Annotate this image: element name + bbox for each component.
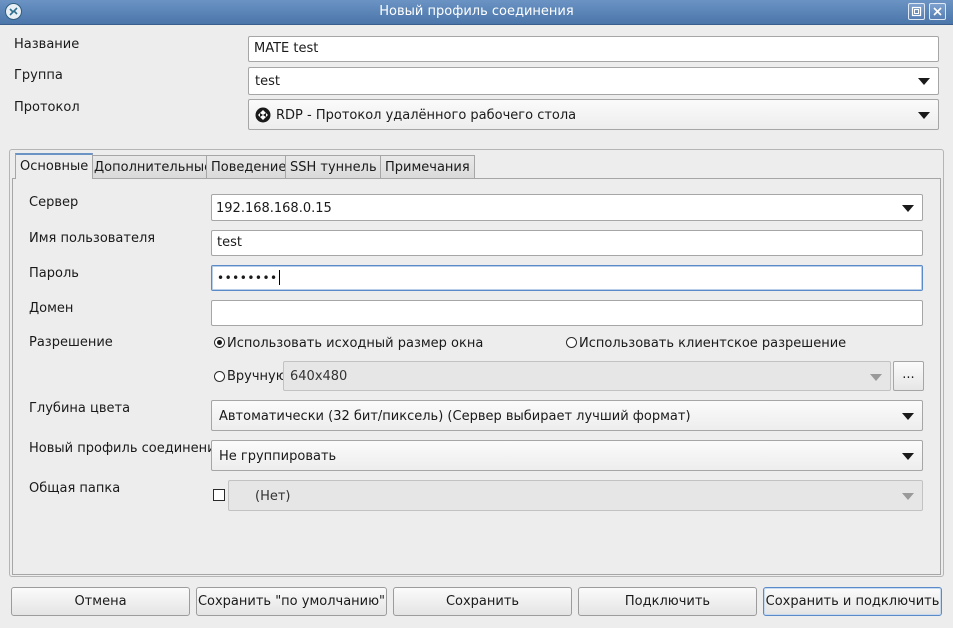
resolution-original-label[interactable]: Использовать исходный размер окна [227, 336, 483, 351]
tab-notes[interactable]: Примечания [380, 155, 475, 179]
grouping-value: Не группировать [219, 449, 337, 464]
resolution-manual-label[interactable]: Вручную [227, 369, 287, 384]
protocol-label: Протокол [14, 100, 80, 115]
manual-resolution-combobox[interactable]: 640x480 [283, 361, 891, 391]
group-combobox-value: test [255, 74, 280, 89]
save-default-button[interactable]: Сохранить "по умолчанию" [196, 587, 387, 616]
close-icon [933, 7, 942, 16]
server-combobox-value: 192.168.168.0.15 [216, 201, 332, 216]
cancel-button[interactable]: Отмена [11, 587, 190, 616]
color-depth-label: Глубина цвета [29, 401, 131, 416]
resolution-manual-radio[interactable] [214, 371, 225, 382]
chevron-down-icon [902, 413, 914, 420]
server-label: Сервер [29, 195, 79, 210]
text-caret [278, 270, 280, 285]
name-input-value: MATE test [254, 41, 319, 56]
chevron-down-icon [918, 78, 930, 85]
name-label: Название [14, 37, 80, 52]
chevron-down-icon [902, 493, 914, 500]
chevron-down-icon [902, 453, 914, 460]
shared-folder-checkbox[interactable] [213, 489, 225, 501]
chevron-down-icon [870, 374, 882, 381]
color-depth-combobox[interactable]: Автоматически (32 бит/пиксель) (Сервер в… [211, 400, 923, 431]
shared-folder-combobox[interactable]: (Нет) [228, 480, 923, 511]
maximize-icon [911, 6, 922, 17]
shared-folder-value: (Нет) [255, 489, 291, 504]
username-input-value: test [217, 235, 242, 250]
group-label: Группа [14, 68, 63, 83]
resolution-client-label[interactable]: Использовать клиентское разрешение [579, 336, 846, 351]
grouping-label: Новый профиль соединения [29, 441, 224, 456]
protocol-combobox[interactable]: RDP - Протокол удалённого рабочего стола [248, 99, 939, 130]
protocol-combobox-value: RDP - Протокол удалённого рабочего стола [276, 108, 577, 123]
password-input[interactable]: •••••••• [211, 265, 923, 291]
password-label: Пароль [29, 266, 79, 281]
resolution-edit-button[interactable]: ... [893, 361, 924, 391]
domain-label: Домен [29, 301, 74, 316]
password-input-value: •••••••• [217, 271, 278, 285]
resolution-client-radio[interactable] [566, 337, 577, 348]
group-combobox[interactable]: test [248, 67, 939, 95]
save-button[interactable]: Сохранить [393, 587, 572, 616]
tab-advanced[interactable]: Дополнительные [89, 155, 218, 179]
shared-folder-label: Общая папка [29, 481, 121, 496]
dialog-window: Новый профиль соединения Название MATE t… [0, 0, 953, 628]
grouping-combobox[interactable]: Не группировать [211, 440, 923, 471]
server-combobox[interactable]: 192.168.168.0.15 [211, 194, 923, 221]
close-button[interactable] [929, 3, 946, 20]
rdp-protocol-icon [255, 107, 271, 123]
username-input[interactable]: test [211, 230, 923, 256]
save-and-connect-button[interactable]: Сохранить и подключить [763, 587, 942, 616]
connect-button[interactable]: Подключить [578, 587, 757, 616]
chevron-down-icon [918, 112, 930, 119]
maximize-button[interactable] [908, 3, 925, 20]
domain-input[interactable] [211, 300, 923, 326]
tab-ssh-tunnel[interactable]: SSH туннель [285, 155, 382, 179]
username-label: Имя пользователя [29, 231, 156, 246]
resolution-label: Разрешение [29, 335, 113, 350]
tab-behavior[interactable]: Поведение [206, 155, 292, 179]
title-bar[interactable]: Новый профиль соединения [0, 0, 953, 25]
window-title: Новый профиль соединения [379, 4, 574, 19]
name-input[interactable]: MATE test [248, 36, 939, 62]
chevron-down-icon [902, 205, 914, 212]
manual-resolution-value: 640x480 [290, 369, 348, 384]
color-depth-value: Автоматически (32 бит/пиксель) (Сервер в… [219, 409, 691, 424]
resolution-original-radio[interactable] [214, 337, 225, 348]
tab-basic[interactable]: Основные [15, 153, 94, 179]
